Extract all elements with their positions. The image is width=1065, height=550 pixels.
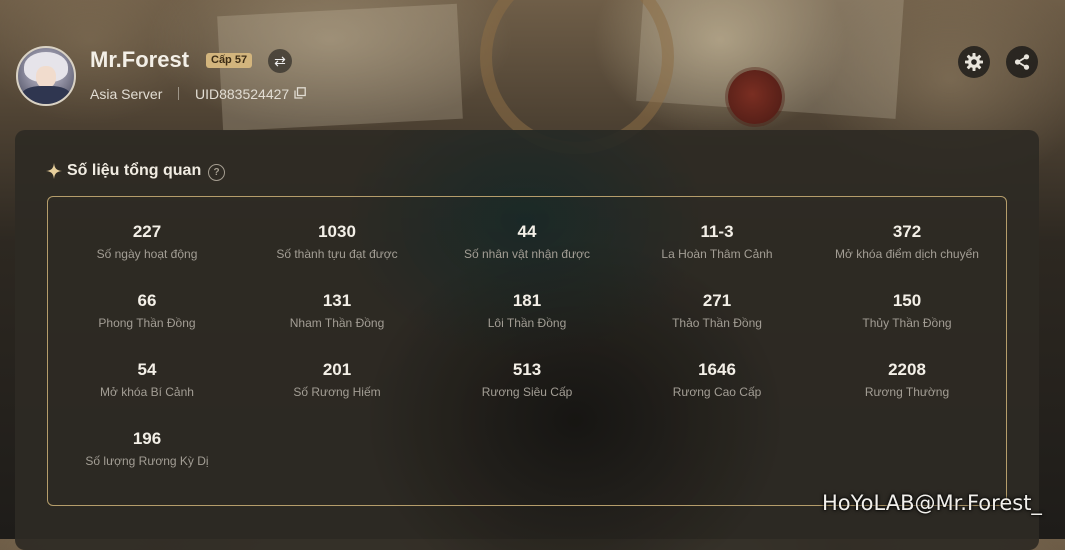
background-decoration <box>217 3 463 132</box>
stat-label: La Hoàn Thâm Cảnh <box>661 247 773 261</box>
stat-value: 196 <box>132 429 162 448</box>
stat-value: 150 <box>892 291 922 310</box>
share-button[interactable] <box>1006 46 1038 78</box>
settings-button[interactable] <box>958 46 990 78</box>
help-icon[interactable]: ? <box>208 164 225 181</box>
stat-label: Mở khóa điểm dịch chuyển <box>835 247 979 261</box>
stat-label: Số lượng Rương Kỳ Dị <box>85 454 209 468</box>
copy-icon[interactable] <box>294 87 306 99</box>
stat-label: Số thành tựu đạt được <box>276 247 398 261</box>
avatar[interactable] <box>16 46 76 106</box>
stat-value: 11-3 <box>700 222 734 241</box>
stat-value: 1030 <box>318 222 356 241</box>
stat-item: 372 Mở khóa điểm dịch chuyển <box>812 222 1002 261</box>
stat-label: Thảo Thần Đồng <box>672 316 762 330</box>
stat-value: 372 <box>892 222 922 241</box>
stat-value: 201 <box>322 360 352 379</box>
stat-item: 131 Nham Thần Đồng <box>242 291 432 330</box>
stat-item: 271 Thảo Thần Đồng <box>622 291 812 330</box>
overview-panel: Số liệu tổng quan ? 227 Số ngày hoạt động… <box>15 130 1039 550</box>
stat-value: 66 <box>137 291 157 310</box>
stat-item: 181 Lôi Thần Đồng <box>432 291 622 330</box>
stat-value: 1646 <box>698 360 736 379</box>
swap-icon[interactable]: ⇄ <box>268 49 292 73</box>
stat-label: Số Rương Hiếm <box>293 385 381 399</box>
watermark: HoYoLAB@Mr.Forest_ <box>822 491 1042 515</box>
stat-item: 11-3 La Hoàn Thâm Cảnh <box>622 222 812 261</box>
stat-label: Rương Siêu Cấp <box>481 385 573 399</box>
stat-label: Thủy Thần Đồng <box>862 316 952 330</box>
stat-value: 181 <box>512 291 542 310</box>
stat-label: Nham Thần Đồng <box>289 316 385 330</box>
stat-value: 44 <box>517 222 537 241</box>
stat-value: 54 <box>137 360 157 379</box>
stat-item: 2208 Rương Thường <box>812 360 1002 399</box>
gear-icon <box>965 53 983 71</box>
stat-label: Rương Thường <box>864 385 950 399</box>
stat-item: 513 Rương Siêu Cấp <box>432 360 622 399</box>
server-label: Asia Server <box>90 86 163 102</box>
stat-value: 227 <box>132 222 162 241</box>
stat-label: Số nhân vật nhận được <box>464 247 590 261</box>
overview-title: Số liệu tổng quan <box>67 162 202 179</box>
divider <box>178 87 179 100</box>
stat-item: 227 Số ngày hoạt động <box>52 222 242 261</box>
stat-item: 44 Số nhân vật nhận được <box>432 222 622 261</box>
level-badge: Cấp 57 <box>206 53 253 68</box>
stat-label: Phong Thần Đồng <box>98 316 196 330</box>
stat-item: 1646 Rương Cao Cấp <box>622 360 812 399</box>
stat-item: 1030 Số thành tựu đạt được <box>242 222 432 261</box>
share-icon <box>1014 54 1030 70</box>
stat-label: Số ngày hoạt động <box>96 247 198 261</box>
stat-label: Mở khóa Bí Cảnh <box>100 385 194 399</box>
stats-grid: 227 Số ngày hoạt động 1030 Số thành tựu đạt… <box>47 196 1007 506</box>
stat-item: 150 Thủy Thần Đồng <box>812 291 1002 330</box>
stat-label: Lôi Thần Đồng <box>487 316 567 330</box>
stat-item: 54 Mở khóa Bí Cảnh <box>52 360 242 399</box>
stat-value: 131 <box>322 291 352 310</box>
sparkle-icon <box>46 163 62 179</box>
stat-value: 271 <box>702 291 732 310</box>
stat-item: 66 Phong Thần Đồng <box>52 291 242 330</box>
stat-label: Rương Cao Cấp <box>672 385 762 399</box>
stat-item: 201 Số Rương Hiếm <box>242 360 432 399</box>
uid-label: UID883524427 <box>195 86 290 102</box>
profile-name: Mr.Forest <box>90 47 190 72</box>
stat-item: 196 Số lượng Rương Kỳ Dị <box>52 429 242 468</box>
stat-value: 2208 <box>888 360 926 379</box>
background-wax-seal <box>728 70 782 124</box>
stat-value: 513 <box>512 360 542 379</box>
